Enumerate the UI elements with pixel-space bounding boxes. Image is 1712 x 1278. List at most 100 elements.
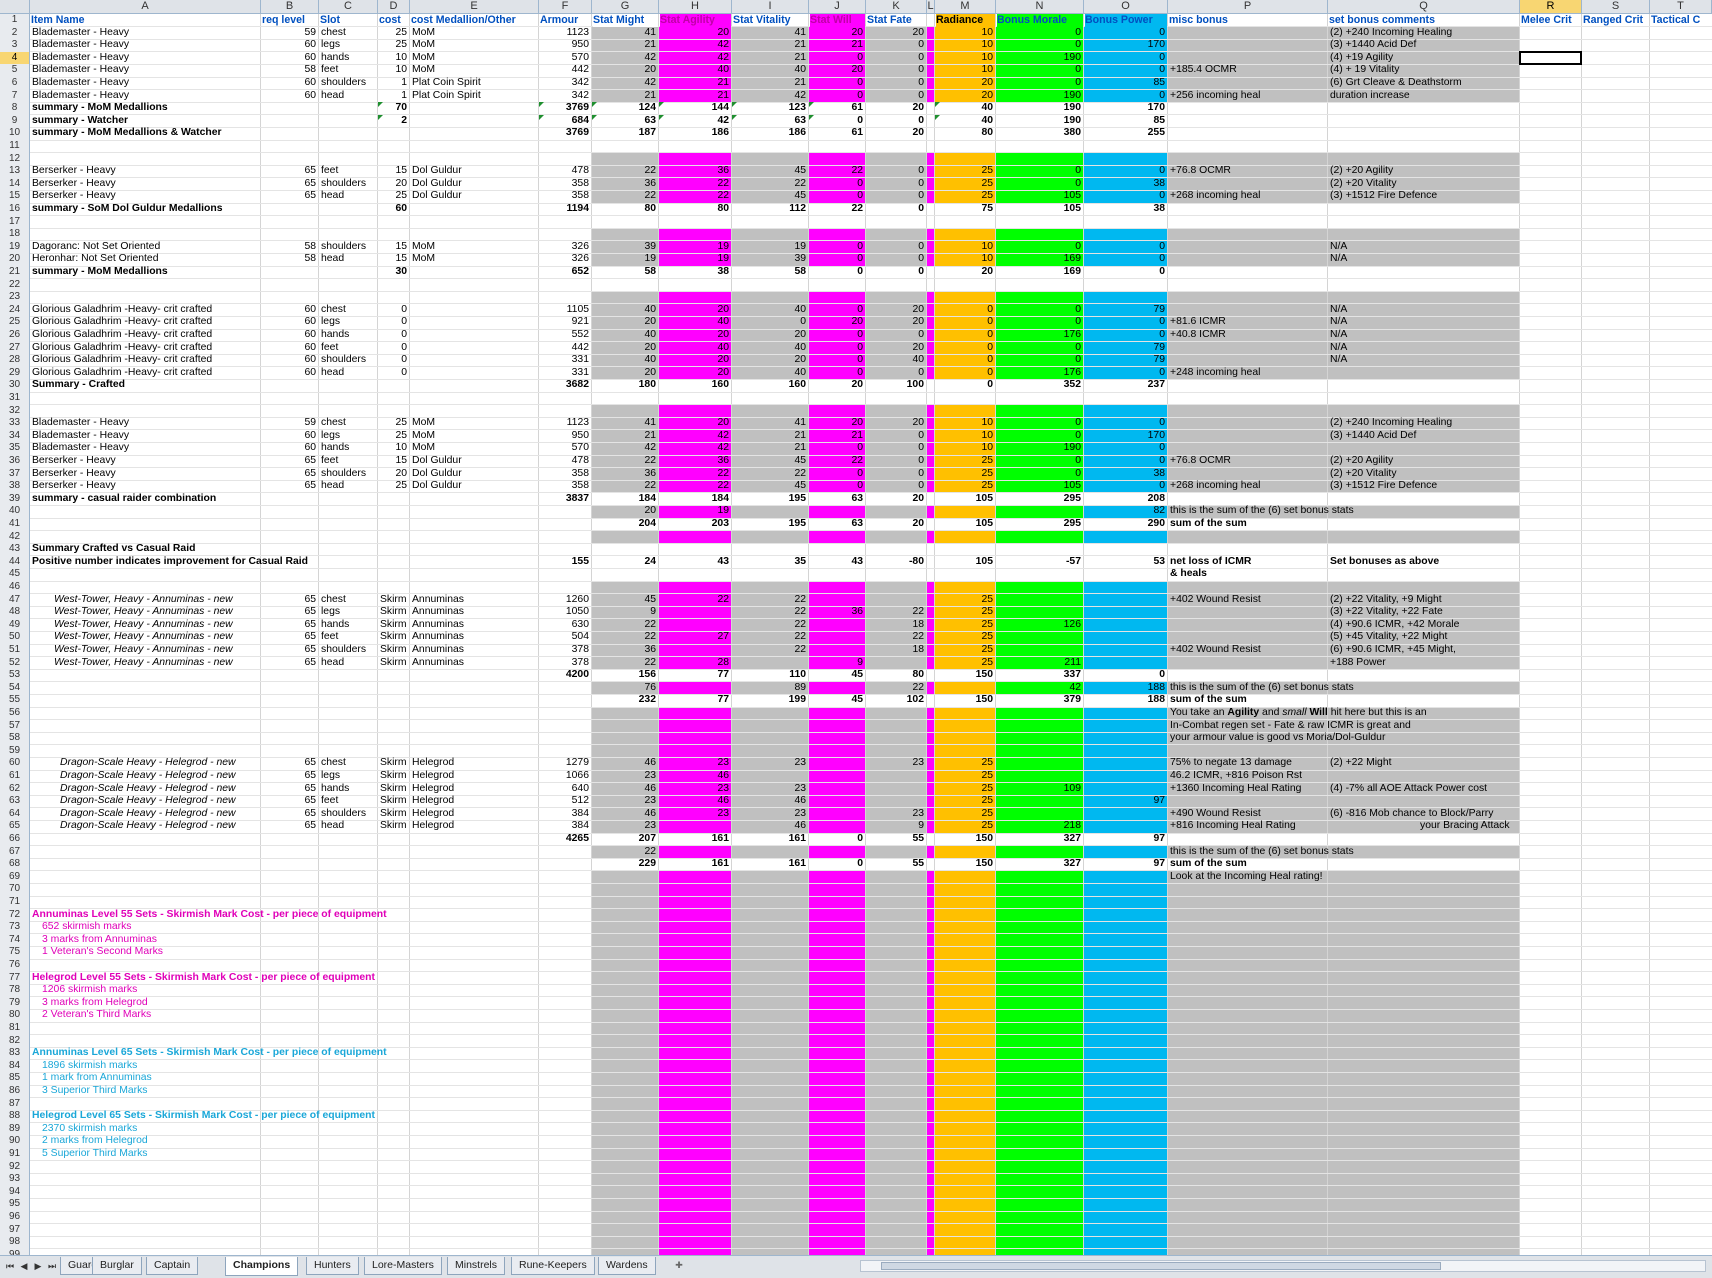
row-header[interactable]: 83: [0, 1047, 30, 1060]
row-header[interactable]: 73: [0, 921, 30, 934]
column-header-o[interactable]: O: [1084, 0, 1168, 14]
row-header[interactable]: 50: [0, 631, 30, 644]
sheet-tab-rune-keepers[interactable]: Rune-Keepers: [511, 1257, 595, 1275]
row-header[interactable]: 95: [0, 1198, 30, 1211]
row-header[interactable]: 15: [0, 190, 30, 203]
row-header[interactable]: 18: [0, 228, 30, 241]
row-header[interactable]: 96: [0, 1211, 30, 1224]
sheet-tab-champions[interactable]: Champions: [225, 1257, 299, 1276]
row-header[interactable]: 39: [0, 492, 30, 506]
row-header[interactable]: 87: [0, 1097, 30, 1111]
row-header[interactable]: 86: [0, 1085, 30, 1098]
column-header-t[interactable]: T: [1650, 0, 1712, 14]
column-header-g[interactable]: G: [592, 0, 659, 14]
spreadsheet-grid[interactable]: A B C D E F G H I J K L M N O P Q R S T 1 2 3 4 5 6 7 8 9 10 11 12 13 14 1…: [0, 0, 1712, 1255]
row-header[interactable]: 90: [0, 1135, 30, 1148]
row-header[interactable]: 4: [0, 51, 30, 65]
row-header[interactable]: 14: [0, 177, 30, 191]
row-header[interactable]: 59: [0, 744, 30, 758]
row-header[interactable]: 24: [0, 303, 30, 317]
column-header-a[interactable]: A: [30, 0, 261, 14]
scrollbar-thumb[interactable]: [881, 1262, 1441, 1270]
row-header[interactable]: 75: [0, 946, 30, 959]
row-header[interactable]: 12: [0, 152, 30, 166]
row-header[interactable]: 49: [0, 618, 30, 632]
column-header-l[interactable]: L: [927, 0, 935, 14]
column-header-n[interactable]: N: [996, 0, 1084, 14]
row-header[interactable]: 23: [0, 291, 30, 304]
row-header[interactable]: 81: [0, 1022, 30, 1035]
sheet-tab-burglar[interactable]: Burglar: [92, 1257, 142, 1275]
row-header[interactable]: 77: [0, 971, 30, 985]
row-header[interactable]: 22: [0, 278, 30, 292]
row-header[interactable]: 66: [0, 833, 30, 846]
row-header[interactable]: 88: [0, 1110, 30, 1123]
row-header[interactable]: 19: [0, 240, 30, 254]
row-header[interactable]: 6: [0, 77, 30, 90]
sheet-tab-minstrels[interactable]: Minstrels: [447, 1257, 506, 1275]
row-header[interactable]: 33: [0, 417, 30, 430]
row-header[interactable]: 57: [0, 719, 30, 733]
row-header[interactable]: 1: [0, 14, 30, 27]
row-header[interactable]: 61: [0, 770, 30, 783]
column-header-f[interactable]: F: [539, 0, 592, 14]
row-header[interactable]: 56: [0, 707, 30, 720]
row-header[interactable]: 5: [0, 64, 30, 77]
column-header-k[interactable]: K: [866, 0, 927, 14]
row-header[interactable]: 69: [0, 870, 30, 884]
row-header[interactable]: 78: [0, 984, 30, 997]
row-header[interactable]: 91: [0, 1148, 30, 1161]
row-header[interactable]: 36: [0, 455, 30, 468]
row-header[interactable]: 20: [0, 253, 30, 266]
column-header-b[interactable]: B: [261, 0, 319, 14]
row-header[interactable]: 74: [0, 933, 30, 947]
horizontal-scrollbar[interactable]: [860, 1260, 1706, 1272]
row-header[interactable]: 26: [0, 329, 30, 342]
row-header[interactable]: 85: [0, 1072, 30, 1085]
column-header-i[interactable]: I: [732, 0, 809, 14]
row-header[interactable]: 58: [0, 732, 30, 745]
row-header[interactable]: 43: [0, 543, 30, 556]
row-header[interactable]: 63: [0, 795, 30, 808]
row-header[interactable]: 44: [0, 555, 30, 569]
sheet-tab-wardens[interactable]: Wardens: [598, 1257, 656, 1275]
row-header[interactable]: 46: [0, 581, 30, 594]
row-header[interactable]: 60: [0, 757, 30, 770]
row-header[interactable]: 53: [0, 669, 30, 682]
row-header[interactable]: 7: [0, 89, 30, 103]
column-header-s[interactable]: S: [1582, 0, 1650, 14]
column-header-h[interactable]: H: [659, 0, 732, 14]
active-cell-r4[interactable]: [1519, 50, 1582, 66]
row-header[interactable]: 71: [0, 896, 30, 909]
sheet-tab-captain[interactable]: Captain: [146, 1257, 199, 1275]
row-header[interactable]: 30: [0, 379, 30, 392]
insert-sheet-icon[interactable]: ✚: [672, 1259, 686, 1271]
row-header[interactable]: 55: [0, 694, 30, 707]
column-header-q[interactable]: Q: [1328, 0, 1520, 14]
row-header[interactable]: 84: [0, 1059, 30, 1073]
row-header[interactable]: 25: [0, 316, 30, 329]
first-sheet-icon[interactable]: ⏮: [4, 1260, 16, 1272]
row-header[interactable]: 54: [0, 681, 30, 695]
column-header-m[interactable]: M: [935, 0, 996, 14]
next-sheet-icon[interactable]: ▶: [32, 1260, 44, 1272]
row-header[interactable]: 92: [0, 1160, 30, 1174]
row-header[interactable]: 76: [0, 959, 30, 972]
row-header[interactable]: 82: [0, 1034, 30, 1048]
row-header[interactable]: 68: [0, 858, 30, 871]
row-header[interactable]: 42: [0, 530, 30, 544]
row-header[interactable]: 89: [0, 1122, 30, 1136]
row-header[interactable]: 98: [0, 1236, 30, 1249]
row-header[interactable]: 72: [0, 908, 30, 922]
row-header[interactable]: 97: [0, 1223, 30, 1237]
row-header[interactable]: 8: [0, 102, 30, 115]
row-header[interactable]: 21: [0, 266, 30, 279]
row-header[interactable]: 45: [0, 568, 30, 581]
row-header[interactable]: 47: [0, 593, 30, 607]
column-header-c[interactable]: C: [319, 0, 378, 14]
row-header[interactable]: 48: [0, 606, 30, 619]
row-header[interactable]: 16: [0, 203, 30, 216]
row-header[interactable]: 64: [0, 807, 30, 821]
row-header[interactable]: 94: [0, 1185, 30, 1199]
row-header[interactable]: 13: [0, 165, 30, 178]
